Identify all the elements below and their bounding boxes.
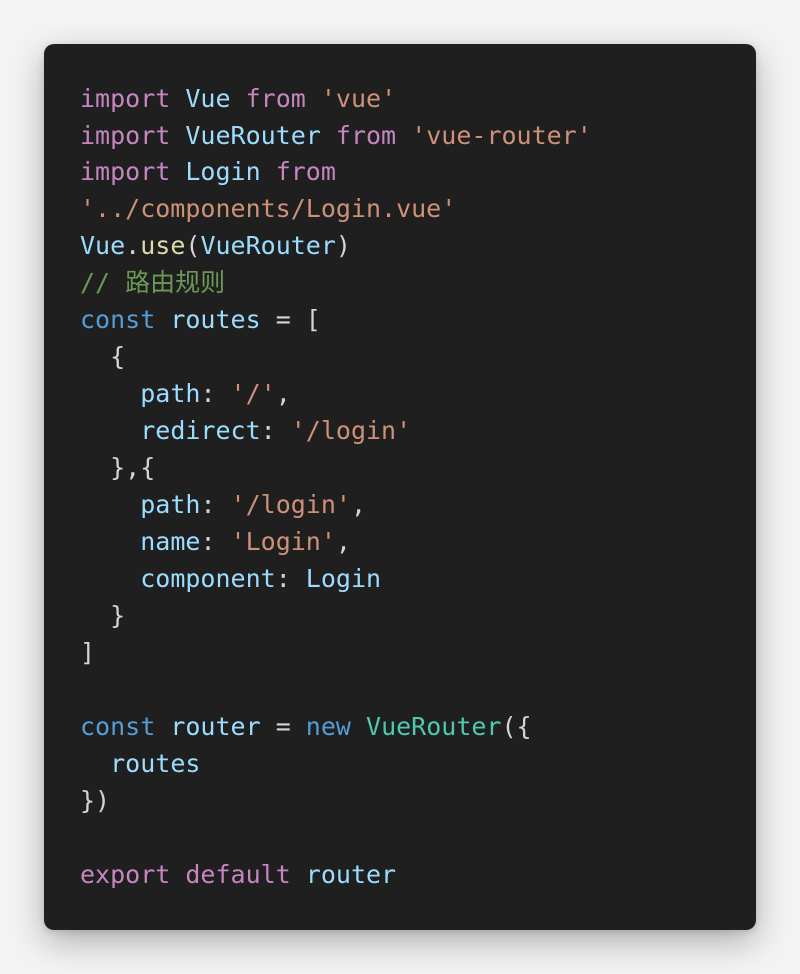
code-token: path: [140, 379, 201, 408]
code-line: '../components/Login.vue': [80, 190, 592, 227]
code-token: // 路由规则: [80, 268, 226, 297]
code-token: Vue: [80, 231, 126, 260]
code-token: = [: [260, 305, 321, 334]
code-token: routes: [170, 305, 261, 334]
code-line: import VueRouter from 'vue-router': [80, 117, 592, 154]
code-token: =: [260, 712, 306, 741]
code-token: }): [80, 786, 111, 815]
code-line: const router = new VueRouter({: [80, 708, 592, 745]
code-token: router: [305, 860, 397, 889]
code-line: redirect: '/login': [80, 412, 592, 449]
code-token: 'vue-router': [411, 121, 592, 150]
code-line: {: [80, 338, 592, 375]
code-token: {: [80, 342, 126, 371]
code-token: :: [200, 527, 231, 556]
code-token: }: [80, 601, 126, 630]
code-token: .: [125, 231, 141, 260]
code-token: const: [80, 305, 156, 334]
code-token: import: [80, 157, 171, 186]
code-token: export: [80, 860, 171, 889]
code-line: import Login from: [80, 154, 592, 190]
code-token: },{: [80, 453, 156, 482]
code-token: const: [80, 712, 156, 741]
code-line: }: [80, 597, 592, 634]
code-token: Login: [305, 564, 382, 593]
code-token: from: [335, 121, 397, 150]
code-token: '/login': [290, 416, 412, 445]
code-line: }): [80, 782, 592, 819]
code-token: '../components/Login.vue': [80, 194, 457, 223]
code-line: ]: [80, 634, 592, 671]
code-token: VueRouter: [200, 231, 336, 260]
code-line: Vue.use(VueRouter): [80, 227, 592, 264]
code-token: default: [185, 860, 291, 889]
code-token: from: [245, 84, 306, 113]
code-token: import: [80, 84, 171, 113]
code-line: path: '/login',: [80, 486, 592, 523]
code-token: ({: [501, 712, 532, 741]
code-line: export default router: [80, 856, 592, 893]
code-token: ): [335, 231, 351, 260]
code-token: router: [170, 712, 261, 741]
code-token: path: [140, 490, 201, 519]
code-token: '/login': [230, 490, 351, 519]
code-block: import Vue from 'vue' import VueRouter fr…: [44, 44, 756, 930]
code-line: const routes = [: [80, 301, 592, 338]
code-line: },{: [80, 449, 592, 486]
code-token: :: [260, 416, 291, 445]
code-token: VueRouter: [185, 121, 321, 150]
code-token: 'Login': [230, 527, 336, 556]
code-token: (: [185, 231, 201, 260]
code-token: :: [200, 379, 231, 408]
code-token: Login: [185, 157, 261, 186]
code-token: 'vue': [320, 84, 397, 113]
code-content: import Vue from 'vue' import VueRouter fr…: [80, 80, 592, 893]
code-line: import Vue from 'vue': [80, 80, 592, 117]
code-token: new: [305, 712, 351, 741]
code-token: :: [275, 564, 306, 593]
code-token: ,: [335, 527, 351, 556]
code-line: name: 'Login',: [80, 523, 592, 560]
code-line: component: Login: [80, 560, 592, 597]
code-token: routes: [110, 749, 201, 778]
code-token: Vue: [185, 84, 231, 113]
code-token: import: [80, 121, 171, 150]
code-token: name: [140, 527, 201, 556]
code-token: VueRouter: [366, 712, 502, 741]
code-token: component: [140, 564, 276, 593]
code-token: ,: [275, 379, 291, 408]
code-token: '/': [230, 379, 276, 408]
code-token: ]: [80, 638, 96, 667]
code-line: // 路由规则: [80, 264, 592, 301]
code-token: redirect: [140, 416, 261, 445]
code-line: path: '/',: [80, 375, 592, 412]
code-token: ,: [350, 490, 367, 519]
code-token: use: [140, 231, 186, 260]
code-token: from: [275, 157, 336, 186]
code-line: routes: [80, 745, 592, 782]
code-token: :: [200, 490, 231, 519]
